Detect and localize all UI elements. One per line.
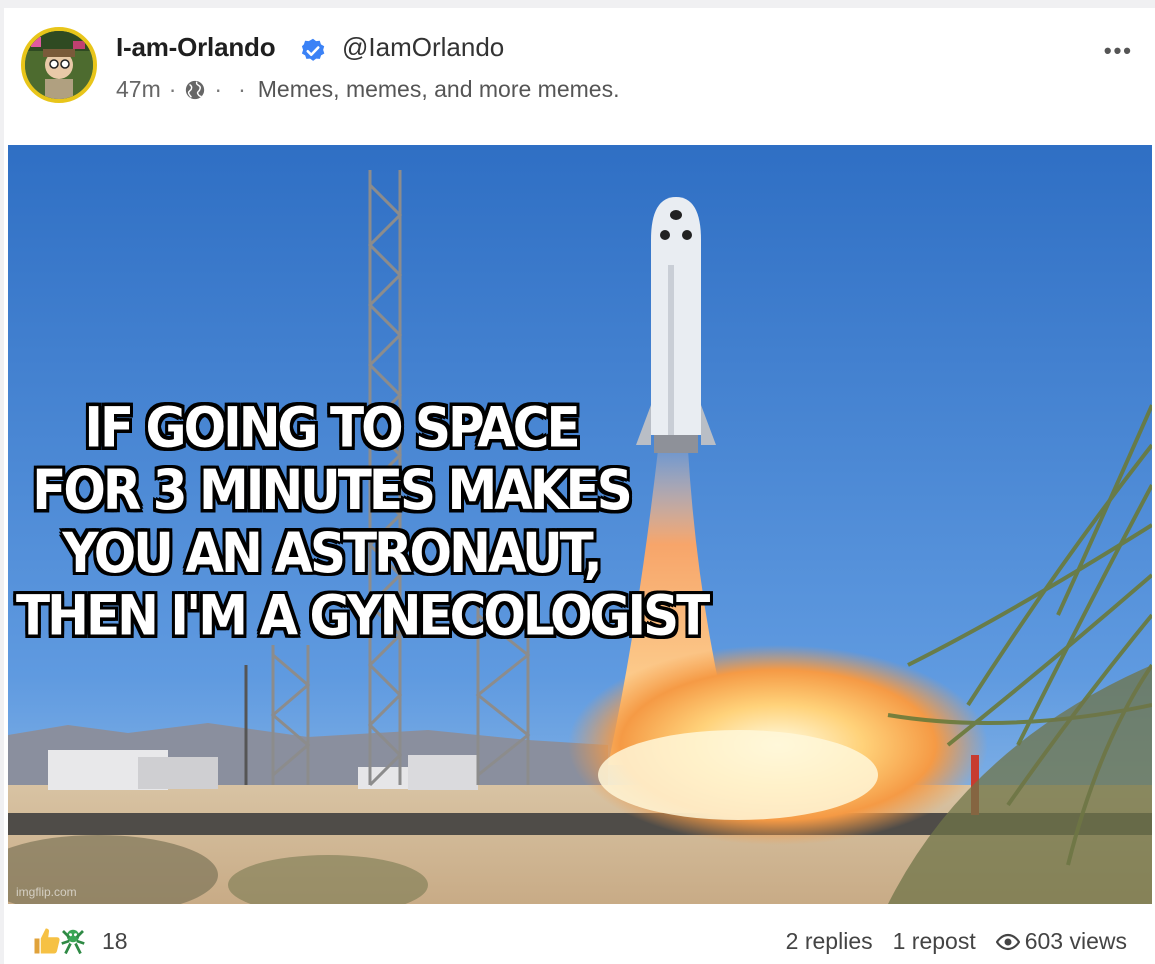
verified-badge-icon [301, 38, 325, 61]
separator: · [238, 76, 246, 102]
meme-line: YOU AN ASTRONAUT, [62, 521, 602, 586]
post-stats: 2 replies 1 repost 603 views [766, 928, 1127, 955]
replies-count[interactable]: 2 replies [786, 928, 873, 955]
globe-icon [186, 80, 205, 99]
more-options-button[interactable]: ••• [1104, 38, 1133, 64]
author-bio: Memes, memes, and more memes. [257, 76, 620, 102]
meme-line: THEN I'M A GYNECOLOGIST [16, 584, 710, 648]
eye-icon [995, 933, 1020, 950]
dancing-creature-icon[interactable] [58, 926, 88, 956]
author-display-name[interactable]: I-am-Orlando [116, 32, 276, 63]
reactions[interactable]: 18 [32, 926, 128, 956]
author-handle[interactable]: @IamOrlando [342, 32, 504, 63]
separator: · [168, 76, 177, 102]
separator: · [214, 76, 223, 102]
views-count: 603 views [1024, 928, 1127, 954]
meme-line: IF GOING TO SPACE [84, 395, 580, 460]
post-image[interactable]: IF GOING TO SPACE FOR 3 MINUTES MAKES YO… [8, 145, 1152, 904]
post-card: I-am-Orlando @IamOrlando 47m · · · Memes… [4, 8, 1155, 964]
author-avatar[interactable] [21, 27, 97, 103]
post-time[interactable]: 47m [116, 76, 161, 103]
reposts-count[interactable]: 1 repost [893, 928, 976, 955]
reaction-count: 18 [102, 927, 128, 954]
watermark: imgflip.com [16, 885, 77, 899]
post-header: I-am-Orlando @IamOrlando 47m · · · Memes… [4, 8, 1155, 136]
meme-caption: IF GOING TO SPACE FOR 3 MINUTES MAKES YO… [16, 395, 710, 648]
post-meta: 47m · · · Memes, memes, and more memes. [116, 76, 619, 103]
post-footer: 18 2 replies 1 repost 603 views [4, 908, 1155, 964]
meme-line: FOR 3 MINUTES MAKES [32, 458, 633, 523]
